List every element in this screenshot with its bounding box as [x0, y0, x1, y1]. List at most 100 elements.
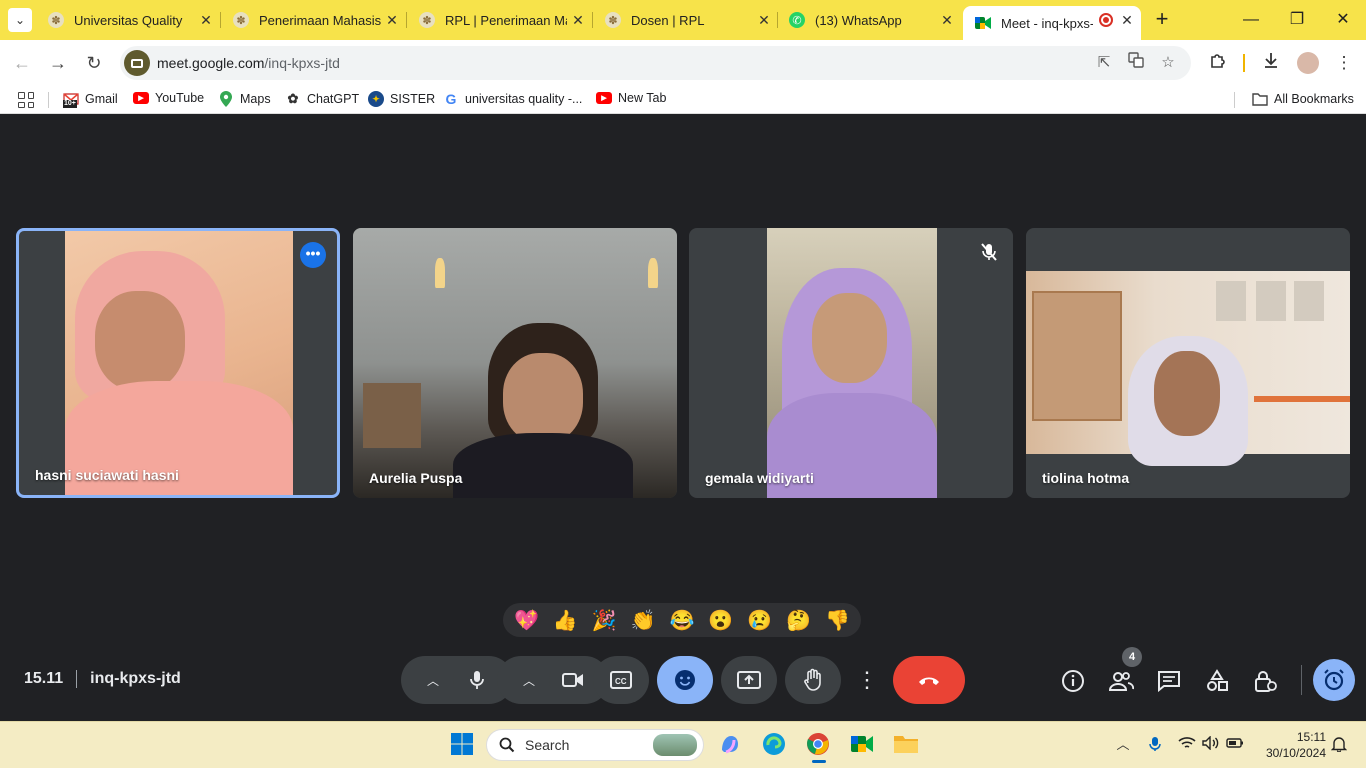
minimize-icon[interactable]: — [1239, 8, 1263, 32]
reaction-sparkling-heart[interactable]: 💖 [508, 608, 544, 633]
people-button[interactable] [1108, 668, 1134, 694]
reaction-clapping[interactable]: 👏 [625, 608, 661, 633]
forward-arrow-icon[interactable]: → [46, 51, 70, 75]
bookmark-star-icon[interactable]: ☆ [1157, 52, 1179, 74]
tab-close-icon[interactable]: ✕ [570, 12, 586, 28]
participant-tile-1[interactable]: ••• hasni suciawati hasni [16, 228, 340, 498]
open-in-app-icon[interactable]: ⇱ [1093, 52, 1115, 74]
tab-close-icon[interactable]: ✕ [384, 12, 400, 28]
reaction-thumbs-down[interactable]: 👎 [819, 608, 855, 633]
close-window-icon[interactable]: ✕ [1331, 8, 1355, 32]
captions-button[interactable]: CC [593, 656, 649, 704]
bookmark-label: YouTube [155, 91, 205, 105]
bookmark-maps[interactable]: Maps [218, 91, 271, 107]
microphone-button[interactable] [453, 656, 501, 704]
timer-button[interactable] [1313, 659, 1355, 701]
tab-search-dropdown-icon[interactable]: ⌄ [8, 8, 32, 32]
translate-icon[interactable] [1125, 52, 1147, 74]
tray-microphone-icon[interactable] [1146, 736, 1164, 754]
tab-close-icon[interactable]: ✕ [198, 12, 214, 28]
camera-button[interactable] [549, 656, 597, 704]
windows-start-icon[interactable] [448, 730, 476, 758]
tab-penerimaan-mahasiswa[interactable]: ✽ Penerimaan Mahasisw ✕ [221, 6, 406, 34]
taskbar-search[interactable]: Search [486, 729, 704, 761]
bookmark-gmail[interactable]: 10+ Gmail [63, 91, 118, 108]
tab-strip: ⌄ ✽ Universitas Quality ✕ ✽ Penerimaan M… [0, 0, 1366, 40]
bookmark-label: Maps [240, 92, 271, 106]
lamp-shape [435, 258, 445, 288]
reaction-surprised[interactable]: 😮 [703, 608, 739, 633]
copilot-icon[interactable] [716, 730, 744, 758]
participant-tile-3[interactable]: gemala widiyarti [689, 228, 1013, 498]
bookmark-universitas-quality[interactable]: G universitas quality -... [443, 91, 583, 107]
chat-icon [1158, 671, 1180, 692]
search-placeholder: Search [525, 737, 570, 753]
participant-tile-4[interactable]: tiolina hotma [1026, 228, 1350, 498]
tab-close-icon[interactable]: ✕ [756, 12, 772, 28]
address-bar[interactable]: meet.google.com/inq-kpxs-jtd ⇱ ☆ [120, 46, 1191, 80]
tab-google-meet[interactable]: Meet - inq-kpxs-j ✕ [963, 6, 1141, 40]
file-explorer-icon[interactable] [892, 730, 920, 758]
chrome-menu-icon[interactable]: ⋮ [1332, 51, 1356, 75]
meeting-details-button[interactable] [1060, 668, 1086, 694]
participant-video [65, 231, 293, 495]
profile-avatar[interactable] [1296, 51, 1320, 75]
bookmark-youtube[interactable]: ▶ YouTube [133, 91, 204, 105]
participant-tile-2[interactable]: Aurelia Puspa [353, 228, 677, 498]
whatsapp-icon: ✆ [789, 12, 805, 28]
extensions-puzzle-icon[interactable] [1206, 51, 1230, 75]
send-reaction-button[interactable] [657, 656, 713, 704]
raise-hand-button[interactable] [785, 656, 841, 704]
audio-options-chevron-icon[interactable]: ︿ [413, 672, 453, 689]
participant-video [353, 228, 677, 498]
back-arrow-icon[interactable]: ← [10, 51, 34, 75]
chat-button[interactable] [1156, 668, 1182, 694]
url-text[interactable]: meet.google.com/inq-kpxs-jtd [157, 55, 340, 71]
reaction-laughing[interactable]: 😂 [664, 608, 700, 633]
google-meet-app-icon[interactable] [848, 730, 876, 758]
more-options-icon[interactable]: ••• [300, 242, 326, 268]
tab-close-icon[interactable]: ✕ [939, 12, 955, 28]
bookmark-label: SISTER [390, 92, 436, 106]
wifi-icon[interactable] [1178, 736, 1196, 754]
tab-whatsapp[interactable]: ✆ (13) WhatsApp ✕ [777, 6, 961, 34]
windows-taskbar: Search ︿ 15:11 30/10/2024 [0, 721, 1366, 768]
host-controls-button[interactable] [1252, 668, 1278, 694]
bookmark-sister[interactable]: ✦ SISTER [368, 91, 435, 107]
all-bookmarks-button[interactable]: All Bookmarks [1252, 91, 1354, 107]
tray-overflow-chevron-icon[interactable]: ︿ [1114, 736, 1132, 754]
system-clock[interactable]: 15:11 30/10/2024 [1258, 729, 1326, 761]
site-camera-icon[interactable] [124, 50, 150, 76]
reaction-thumbs-up[interactable]: 👍 [547, 608, 583, 633]
tab-universitas-quality[interactable]: ✽ Universitas Quality ✕ [36, 6, 220, 34]
reaction-thinking[interactable]: 🤔 [781, 608, 817, 633]
activities-button[interactable] [1204, 668, 1230, 694]
reaction-party-popper[interactable]: 🎉 [586, 608, 622, 633]
tab-dosen-rpl[interactable]: ✽ Dosen | RPL ✕ [593, 6, 778, 34]
participant-video [1026, 271, 1350, 466]
youtube-icon: ▶ [133, 92, 149, 104]
tab-rpl-penerimaan[interactable]: ✽ RPL | Penerimaan Mal ✕ [407, 6, 592, 34]
apps-grid-icon[interactable] [18, 92, 34, 108]
restore-icon[interactable]: ❐ [1285, 8, 1309, 32]
reaction-crying[interactable]: 😢 [742, 608, 778, 633]
meeting-code: inq-kpxs-jtd [90, 670, 181, 687]
new-tab-plus-icon[interactable]: + [1150, 8, 1174, 32]
present-screen-button[interactable] [721, 656, 777, 704]
video-options-chevron-icon[interactable]: ︿ [509, 672, 549, 689]
leave-call-button[interactable] [893, 656, 965, 704]
reload-icon[interactable]: ↻ [82, 51, 106, 75]
more-options-button[interactable]: ⋮ [856, 656, 878, 704]
chrome-icon[interactable] [804, 730, 832, 763]
battery-icon[interactable] [1226, 736, 1244, 754]
tab-close-icon[interactable]: ✕ [1119, 12, 1135, 28]
bookmarks-bar: 10+ Gmail ▶ YouTube Maps ✿ ChatGPT ✦ SIS… [0, 86, 1366, 114]
volume-icon[interactable] [1202, 735, 1220, 754]
edge-browser-icon[interactable] [760, 730, 788, 758]
participant-video [767, 228, 937, 498]
downloads-icon[interactable] [1259, 51, 1283, 75]
bookmark-chatgpt[interactable]: ✿ ChatGPT [285, 91, 360, 107]
notifications-bell-icon[interactable] [1330, 736, 1348, 754]
bookmark-new-tab[interactable]: ▶ New Tab [596, 91, 666, 105]
tab-label: Penerimaan Mahasisw [259, 12, 381, 28]
